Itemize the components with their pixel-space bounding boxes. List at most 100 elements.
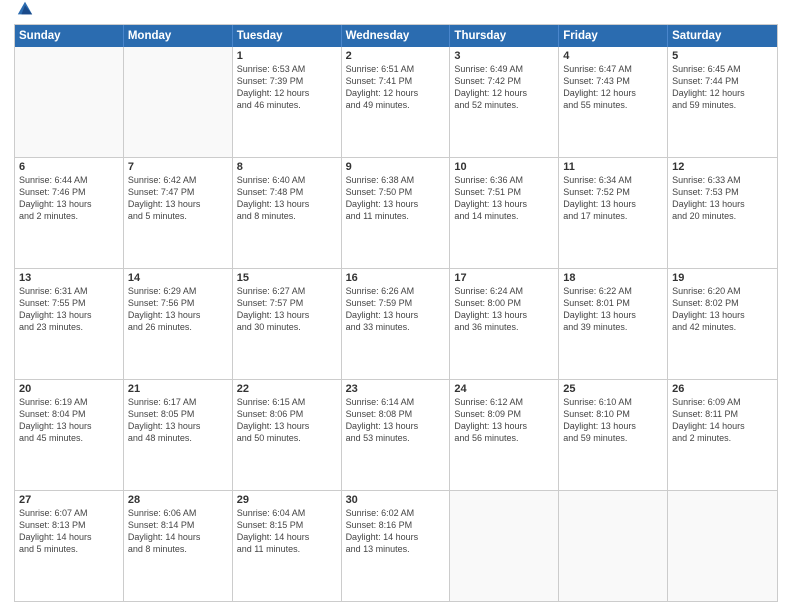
cell-line: Daylight: 14 hours <box>237 531 337 543</box>
calendar-cell <box>450 491 559 601</box>
cell-line: Sunrise: 6:20 AM <box>672 285 773 297</box>
calendar-cell: 24Sunrise: 6:12 AMSunset: 8:09 PMDayligh… <box>450 380 559 490</box>
calendar-cell: 9Sunrise: 6:38 AMSunset: 7:50 PMDaylight… <box>342 158 451 268</box>
cell-line: Sunrise: 6:36 AM <box>454 174 554 186</box>
calendar-cell <box>124 47 233 157</box>
calendar-header-cell: Friday <box>559 25 668 47</box>
cell-line: Daylight: 13 hours <box>563 309 663 321</box>
calendar-cell: 23Sunrise: 6:14 AMSunset: 8:08 PMDayligh… <box>342 380 451 490</box>
cell-line: Sunrise: 6:24 AM <box>454 285 554 297</box>
cell-line: Sunrise: 6:45 AM <box>672 63 773 75</box>
day-number: 8 <box>237 161 337 173</box>
calendar-week: 1Sunrise: 6:53 AMSunset: 7:39 PMDaylight… <box>15 47 777 158</box>
cell-line: and 17 minutes. <box>563 210 663 222</box>
cell-line: Sunset: 7:43 PM <box>563 75 663 87</box>
day-number: 19 <box>672 272 773 284</box>
cell-line: Daylight: 14 hours <box>19 531 119 543</box>
calendar-cell: 28Sunrise: 6:06 AMSunset: 8:14 PMDayligh… <box>124 491 233 601</box>
day-number: 20 <box>19 383 119 395</box>
cell-line: Sunrise: 6:26 AM <box>346 285 446 297</box>
cell-line: Sunrise: 6:19 AM <box>19 396 119 408</box>
day-number: 12 <box>672 161 773 173</box>
cell-line: Sunset: 8:10 PM <box>563 408 663 420</box>
cell-line: Sunrise: 6:02 AM <box>346 507 446 519</box>
cell-line: Sunset: 7:53 PM <box>672 186 773 198</box>
cell-line: Sunset: 8:11 PM <box>672 408 773 420</box>
cell-line: Daylight: 13 hours <box>454 420 554 432</box>
cell-line: Sunrise: 6:29 AM <box>128 285 228 297</box>
cell-line: Daylight: 14 hours <box>128 531 228 543</box>
cell-line: Daylight: 13 hours <box>237 420 337 432</box>
cell-line: and 11 minutes. <box>346 210 446 222</box>
calendar-cell <box>559 491 668 601</box>
cell-line: and 50 minutes. <box>237 432 337 444</box>
cell-line: and 53 minutes. <box>346 432 446 444</box>
cell-line: and 8 minutes. <box>237 210 337 222</box>
calendar-cell: 15Sunrise: 6:27 AMSunset: 7:57 PMDayligh… <box>233 269 342 379</box>
calendar-week: 27Sunrise: 6:07 AMSunset: 8:13 PMDayligh… <box>15 491 777 601</box>
cell-line: Sunrise: 6:17 AM <box>128 396 228 408</box>
cell-line: Sunset: 8:15 PM <box>237 519 337 531</box>
calendar-cell: 2Sunrise: 6:51 AMSunset: 7:41 PMDaylight… <box>342 47 451 157</box>
day-number: 16 <box>346 272 446 284</box>
cell-line: Sunrise: 6:44 AM <box>19 174 119 186</box>
cell-line: Daylight: 13 hours <box>346 420 446 432</box>
day-number: 6 <box>19 161 119 173</box>
calendar-cell: 8Sunrise: 6:40 AMSunset: 7:48 PMDaylight… <box>233 158 342 268</box>
cell-line: Sunset: 8:00 PM <box>454 297 554 309</box>
cell-line: and 59 minutes. <box>672 99 773 111</box>
cell-line: Sunset: 7:51 PM <box>454 186 554 198</box>
cell-line: Daylight: 13 hours <box>672 198 773 210</box>
day-number: 23 <box>346 383 446 395</box>
cell-line: Sunrise: 6:22 AM <box>563 285 663 297</box>
cell-line: Daylight: 12 hours <box>454 87 554 99</box>
cell-line: Sunset: 7:55 PM <box>19 297 119 309</box>
page: SundayMondayTuesdayWednesdayThursdayFrid… <box>0 0 792 612</box>
day-number: 13 <box>19 272 119 284</box>
calendar-cell: 14Sunrise: 6:29 AMSunset: 7:56 PMDayligh… <box>124 269 233 379</box>
day-number: 29 <box>237 494 337 506</box>
calendar-cell <box>15 47 124 157</box>
cell-line: and 2 minutes. <box>672 432 773 444</box>
cell-line: Sunrise: 6:33 AM <box>672 174 773 186</box>
cell-line: Sunrise: 6:04 AM <box>237 507 337 519</box>
cell-line: and 30 minutes. <box>237 321 337 333</box>
cell-line: Sunset: 8:01 PM <box>563 297 663 309</box>
day-number: 30 <box>346 494 446 506</box>
day-number: 5 <box>672 50 773 62</box>
calendar-cell: 16Sunrise: 6:26 AMSunset: 7:59 PMDayligh… <box>342 269 451 379</box>
cell-line: Daylight: 12 hours <box>672 87 773 99</box>
calendar-cell: 11Sunrise: 6:34 AMSunset: 7:52 PMDayligh… <box>559 158 668 268</box>
cell-line: and 33 minutes. <box>346 321 446 333</box>
cell-line: and 55 minutes. <box>563 99 663 111</box>
day-number: 22 <box>237 383 337 395</box>
calendar-header-cell: Wednesday <box>342 25 451 47</box>
cell-line: and 14 minutes. <box>454 210 554 222</box>
cell-line: and 59 minutes. <box>563 432 663 444</box>
calendar-header-cell: Monday <box>124 25 233 47</box>
cell-line: Sunset: 7:57 PM <box>237 297 337 309</box>
cell-line: Sunset: 7:39 PM <box>237 75 337 87</box>
cell-line: Daylight: 13 hours <box>19 198 119 210</box>
calendar-cell: 27Sunrise: 6:07 AMSunset: 8:13 PMDayligh… <box>15 491 124 601</box>
cell-line: Sunset: 7:59 PM <box>346 297 446 309</box>
day-number: 18 <box>563 272 663 284</box>
cell-line: Sunset: 8:14 PM <box>128 519 228 531</box>
logo-icon <box>16 0 34 18</box>
calendar-cell: 26Sunrise: 6:09 AMSunset: 8:11 PMDayligh… <box>668 380 777 490</box>
cell-line: Sunrise: 6:06 AM <box>128 507 228 519</box>
calendar-header-cell: Thursday <box>450 25 559 47</box>
cell-line: Sunset: 7:47 PM <box>128 186 228 198</box>
cell-line: Daylight: 13 hours <box>128 309 228 321</box>
calendar-cell: 1Sunrise: 6:53 AMSunset: 7:39 PMDaylight… <box>233 47 342 157</box>
calendar: SundayMondayTuesdayWednesdayThursdayFrid… <box>14 24 778 602</box>
calendar-header-cell: Tuesday <box>233 25 342 47</box>
cell-line: and 13 minutes. <box>346 543 446 555</box>
calendar-header: SundayMondayTuesdayWednesdayThursdayFrid… <box>15 25 777 47</box>
day-number: 4 <box>563 50 663 62</box>
cell-line: Daylight: 13 hours <box>237 198 337 210</box>
cell-line: Daylight: 12 hours <box>563 87 663 99</box>
cell-line: Daylight: 14 hours <box>672 420 773 432</box>
calendar-cell: 12Sunrise: 6:33 AMSunset: 7:53 PMDayligh… <box>668 158 777 268</box>
cell-line: Daylight: 13 hours <box>19 309 119 321</box>
